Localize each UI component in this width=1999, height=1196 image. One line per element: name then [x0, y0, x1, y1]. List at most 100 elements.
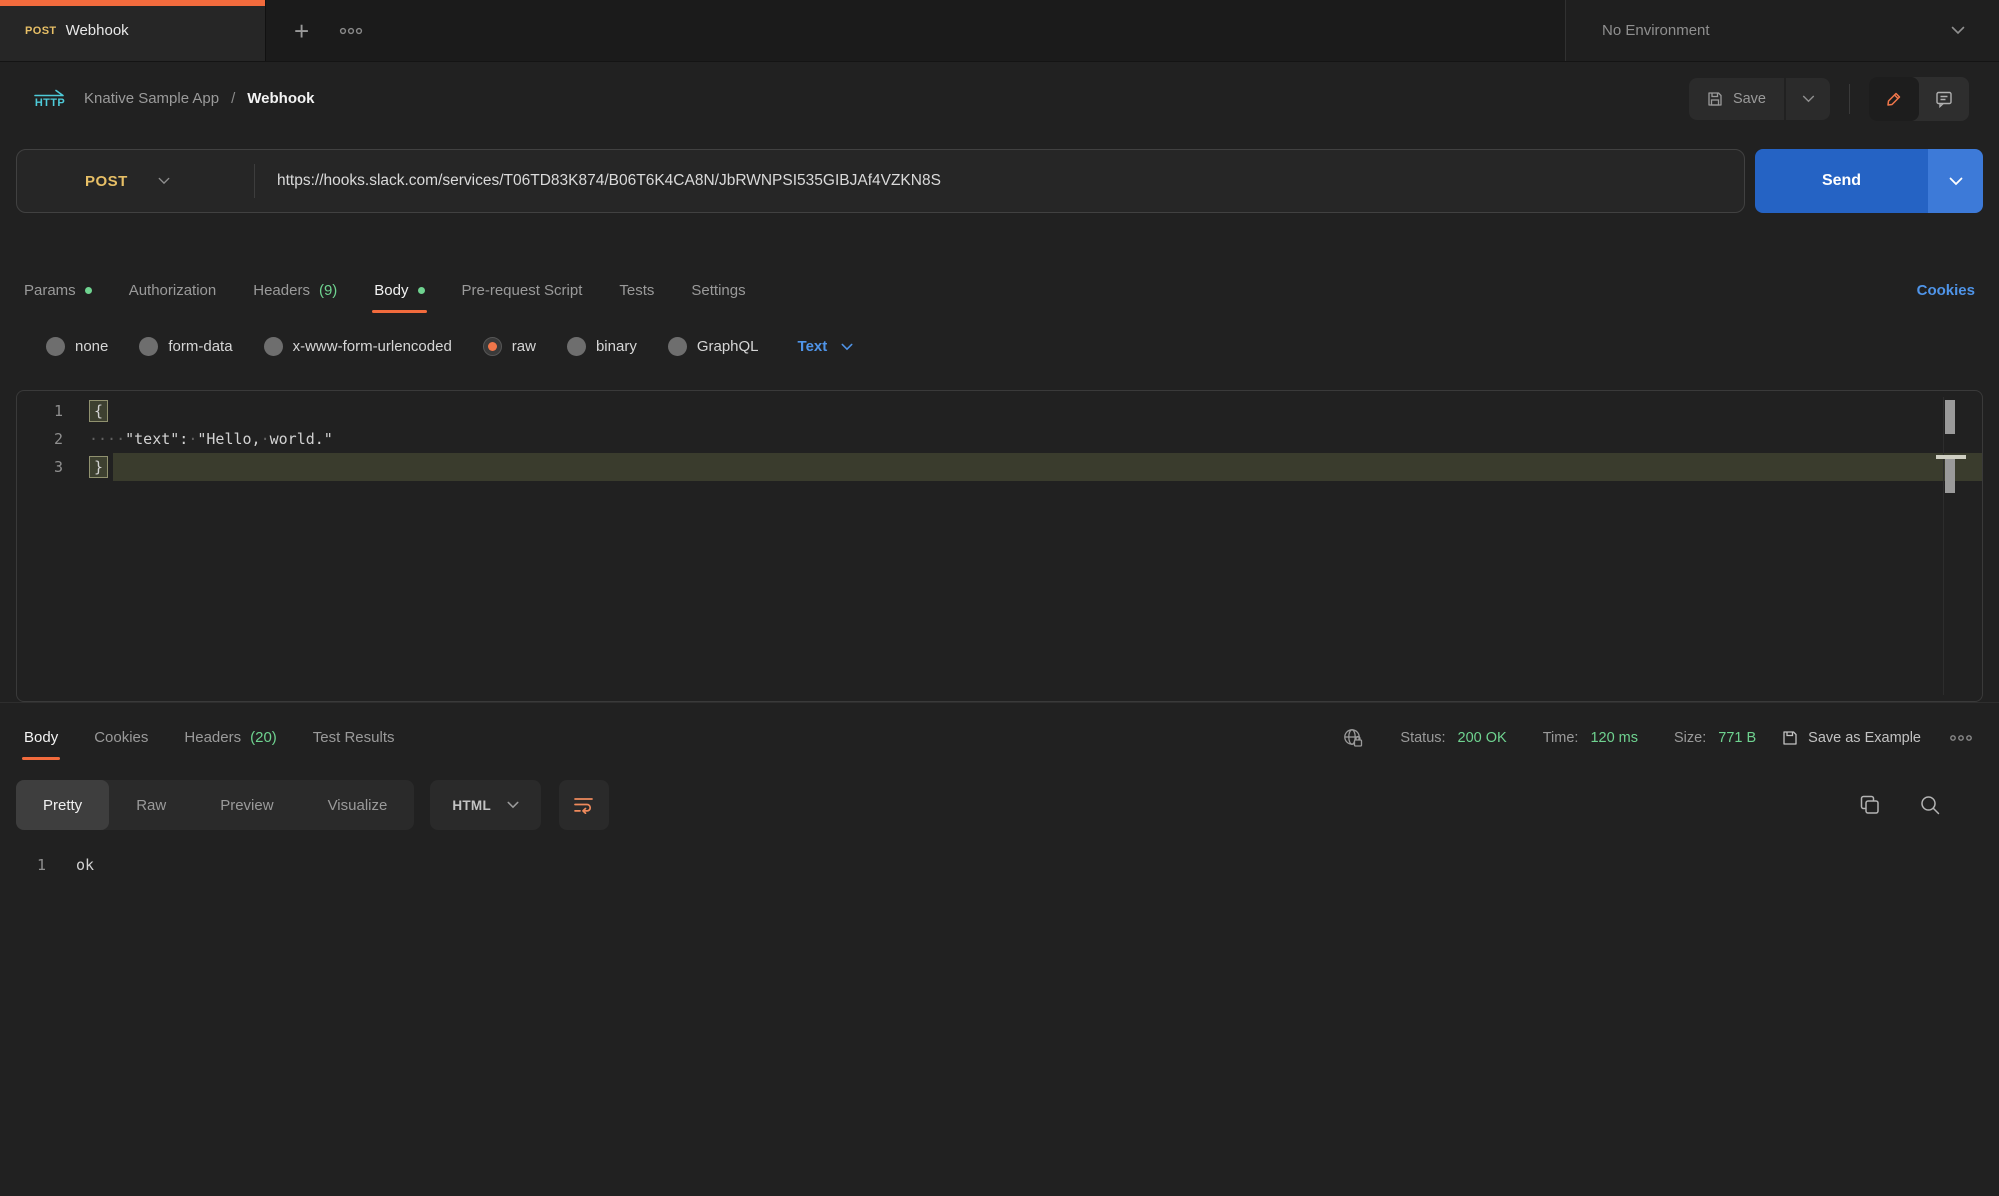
chevron-down-icon: [507, 801, 519, 809]
time-label: Time:: [1543, 730, 1579, 746]
radio-graphql[interactable]: GraphQL: [668, 337, 759, 356]
radio-circle: [567, 337, 586, 356]
save-label: Save: [1733, 91, 1766, 107]
send-button[interactable]: Send: [1755, 149, 1928, 213]
request-tab[interactable]: POST Webhook: [0, 0, 265, 61]
divider: [1849, 84, 1850, 114]
collection-name[interactable]: Knative Sample App: [84, 90, 219, 107]
ruler-mark: [1945, 400, 1955, 434]
view-preview[interactable]: Preview: [193, 780, 300, 830]
size-value: 771 B: [1718, 730, 1756, 746]
radio-circle-selected: [483, 337, 502, 356]
status-value: 200 OK: [1458, 730, 1507, 746]
active-tab-indicator: [0, 0, 265, 6]
tab-body[interactable]: Body: [374, 268, 424, 313]
comments-button[interactable]: [1919, 77, 1969, 121]
url-bar: POST: [16, 149, 1745, 213]
response-tab-headers[interactable]: Headers (20): [184, 715, 276, 760]
whitespace-dot: ·: [261, 430, 270, 448]
radio-raw[interactable]: raw: [483, 337, 536, 356]
method-value: POST: [85, 173, 128, 190]
view-pretty[interactable]: Pretty: [16, 780, 109, 830]
breadcrumb: Knative Sample App / Webhook: [84, 90, 315, 107]
method-selector[interactable]: POST: [17, 173, 254, 190]
radio-circle: [139, 337, 158, 356]
params-indicator-dot: [85, 287, 92, 294]
editor-line[interactable]: 2 ····"text":·"Hello,·world.": [17, 425, 1982, 453]
tab-pre-request-script[interactable]: Pre-request Script: [462, 268, 583, 313]
ellipsis-icon: [1949, 734, 1973, 742]
code-token: "Hello,: [197, 430, 260, 448]
radio-x-www-form-urlencoded[interactable]: x-www-form-urlencoded: [264, 337, 452, 356]
ruler-mark: [1945, 459, 1955, 493]
line-number: 2: [17, 430, 89, 448]
environment-label: No Environment: [1602, 22, 1710, 39]
url-input[interactable]: [255, 172, 1744, 190]
code-token: "text":: [125, 430, 188, 448]
radio-circle: [46, 337, 65, 356]
editor-overview-ruler: [1943, 397, 1944, 695]
response-options-button[interactable]: [1949, 734, 1973, 742]
word-wrap-icon: [574, 796, 594, 814]
tab-actions: +: [265, 0, 1565, 61]
editor-line[interactable]: 1 {: [17, 397, 1982, 425]
body-type-row: none form-data x-www-form-urlencoded raw…: [46, 337, 1999, 356]
matched-bracket: {: [89, 400, 108, 422]
radio-circle: [264, 337, 283, 356]
copy-response-button[interactable]: [1859, 794, 1881, 816]
raw-language-selector[interactable]: Text: [798, 338, 854, 355]
tab-params[interactable]: Params: [24, 268, 92, 313]
response-tabs: Body Cookies Headers (20) Test Results S…: [0, 702, 1999, 772]
search-response-button[interactable]: [1919, 794, 1941, 816]
response-view-switcher: Pretty Raw Preview Visualize: [16, 780, 414, 830]
view-raw[interactable]: Raw: [109, 780, 193, 830]
response-tab-body[interactable]: Body: [24, 715, 58, 760]
environment-selector[interactable]: No Environment: [1565, 0, 1999, 61]
http-icon: HTTP: [33, 89, 67, 109]
body-indicator-dot: [418, 287, 425, 294]
tab-authorization[interactable]: Authorization: [129, 268, 217, 313]
view-visualize[interactable]: Visualize: [301, 780, 415, 830]
radio-none[interactable]: none: [46, 337, 108, 356]
request-name[interactable]: Webhook: [247, 90, 314, 107]
response-tab-test-results[interactable]: Test Results: [313, 715, 395, 760]
line-number: 3: [17, 458, 89, 476]
word-wrap-button[interactable]: [559, 780, 609, 830]
tab-title: Webhook: [66, 22, 129, 39]
whitespace-dots: ····: [89, 430, 125, 448]
save-options-button[interactable]: [1786, 78, 1830, 120]
line-number: 1: [0, 856, 72, 874]
size-label: Size:: [1674, 730, 1706, 746]
chevron-down-icon: [841, 343, 853, 351]
response-body[interactable]: 1 ok: [0, 856, 1999, 874]
response-toolbar: Pretty Raw Preview Visualize HTML: [16, 780, 1983, 830]
chevron-down-icon: [1802, 95, 1815, 103]
tab-tests[interactable]: Tests: [619, 268, 654, 313]
tab-options-button[interactable]: [339, 27, 363, 35]
radio-form-data[interactable]: form-data: [139, 337, 232, 356]
breadcrumb-separator: /: [231, 90, 235, 107]
comment-icon: [1935, 90, 1953, 108]
save-button[interactable]: Save: [1689, 78, 1784, 120]
save-icon: [1782, 730, 1798, 746]
tab-headers[interactable]: Headers (9): [253, 268, 337, 313]
tab-bar: POST Webhook + No Environment: [0, 0, 1999, 62]
response-tab-cookies[interactable]: Cookies: [94, 715, 148, 760]
response-text: ok: [76, 856, 94, 874]
cookies-link[interactable]: Cookies: [1917, 282, 1975, 299]
response-format-selector[interactable]: HTML: [430, 780, 541, 830]
headers-count: (9): [319, 282, 337, 299]
new-tab-button[interactable]: +: [294, 18, 309, 44]
editor-line-active[interactable]: 3 }: [17, 453, 1982, 481]
status-label: Status:: [1400, 730, 1445, 746]
radio-binary[interactable]: binary: [567, 337, 637, 356]
save-as-example-button[interactable]: Save as Example: [1782, 730, 1921, 746]
response-headers-count: (20): [250, 729, 277, 746]
edit-description-button[interactable]: [1869, 77, 1919, 121]
request-body-editor[interactable]: 1 { 2 ····"text":·"Hello,·world." 3 }: [16, 390, 1983, 702]
tab-settings[interactable]: Settings: [691, 268, 745, 313]
radio-circle: [668, 337, 687, 356]
network-globe-icon[interactable]: [1342, 727, 1364, 749]
request-url-row: POST Send: [16, 149, 1983, 213]
send-options-button[interactable]: [1928, 149, 1983, 213]
